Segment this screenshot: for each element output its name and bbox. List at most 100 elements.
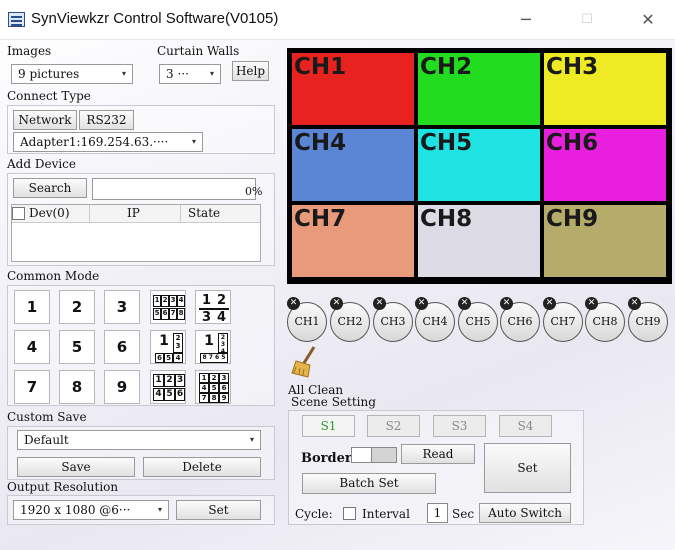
interval-label: Interval xyxy=(362,507,410,521)
layout-1-plus-3-icon[interactable]: 1 23 6 5 4 xyxy=(150,330,186,364)
channel-cell-ch6[interactable]: CH6 xyxy=(544,129,666,201)
close-icon[interactable]: ✕ xyxy=(458,297,471,310)
scene-set-button[interactable]: Set xyxy=(484,443,571,493)
delete-button[interactable]: Delete xyxy=(143,457,261,477)
channel-cell-ch2[interactable]: CH2 xyxy=(418,53,540,125)
channel-cell-ch9[interactable]: CH9 xyxy=(544,205,666,277)
channel-label: CH6 xyxy=(546,130,599,156)
channel-label: CH5 xyxy=(420,130,473,156)
mode-5-button[interactable]: 5 xyxy=(59,330,95,364)
toggle-knob xyxy=(352,448,372,462)
tab-rs232[interactable]: RS232 xyxy=(79,110,134,130)
tab-network[interactable]: Network xyxy=(13,110,77,130)
chevron-down-icon: ▾ xyxy=(191,137,196,146)
resolution-value: 1920 x 1080 @6··· xyxy=(20,503,131,517)
close-icon[interactable]: ✕ xyxy=(628,297,641,310)
search-input[interactable] xyxy=(92,178,256,200)
layout-1-plus-5-icon[interactable]: 1 234 8 7 6 5 xyxy=(195,330,231,364)
close-icon[interactable]: ✕ xyxy=(543,297,556,310)
custom-save-select[interactable]: Default ▾ xyxy=(17,430,261,450)
output-resolution-label: Output Resolution xyxy=(7,480,119,494)
column-state: State xyxy=(188,206,221,220)
cycle-label: Cycle: xyxy=(295,507,333,521)
curtain-walls-value: 3 ··· xyxy=(166,67,189,81)
channel-label: CH7 xyxy=(294,206,347,232)
column-divider xyxy=(180,205,181,223)
border-label: Border xyxy=(301,451,352,466)
scene-tab-s1[interactable]: S1 xyxy=(302,415,355,437)
channel-label: CH3 xyxy=(546,54,599,80)
minimize-button[interactable]: ─ xyxy=(506,8,546,32)
read-button[interactable]: Read xyxy=(401,444,475,464)
channel-cell-ch4[interactable]: CH4 xyxy=(292,129,414,201)
layout-2x3-icon[interactable]: 1 2 3 4 5 6 xyxy=(150,370,186,404)
mode-2-button[interactable]: 2 xyxy=(59,290,95,324)
resolution-select[interactable]: 1920 x 1080 @6··· ▾ xyxy=(13,500,169,520)
help-button[interactable]: Help xyxy=(232,61,269,81)
layout-4x2-icon[interactable]: 1 2 3 4 5 6 7 8 xyxy=(150,290,186,324)
chevron-down-icon: ▾ xyxy=(157,505,162,514)
close-icon[interactable]: ✕ xyxy=(500,297,513,310)
layout-2x2-icon[interactable]: 1 2 3 4 xyxy=(195,290,231,324)
interval-input[interactable]: 1 xyxy=(427,503,448,523)
channel-cell-ch7[interactable]: CH7 xyxy=(292,205,414,277)
maximize-button[interactable]: ☐ xyxy=(567,8,607,32)
column-ip: IP xyxy=(127,206,140,220)
progress-percent: 0% xyxy=(245,185,263,198)
cycle-checkbox[interactable] xyxy=(343,507,356,520)
images-select[interactable]: 9 pictures ▾ xyxy=(11,64,133,84)
chevron-down-icon: ▾ xyxy=(121,69,126,78)
adapter-select-value: Adapter1:169.254.63.···· xyxy=(20,135,169,149)
adapter-select[interactable]: Adapter1:169.254.63.···· ▾ xyxy=(13,132,203,152)
custom-save-label: Custom Save xyxy=(7,410,87,424)
batch-set-button[interactable]: Batch Set xyxy=(302,473,436,494)
channel-label: CH2 xyxy=(420,54,473,80)
mode-3-button[interactable]: 3 xyxy=(104,290,140,324)
mode-7-button[interactable]: 7 xyxy=(14,370,50,404)
close-button[interactable]: ✕ xyxy=(628,8,668,32)
channel-cell-ch8[interactable]: CH8 xyxy=(418,205,540,277)
mode-4-button[interactable]: 4 xyxy=(14,330,50,364)
app-icon xyxy=(8,12,25,27)
scene-setting-label: Scene Setting xyxy=(291,395,376,409)
curtain-walls-label: Curtain Walls xyxy=(157,44,240,58)
close-icon[interactable]: ✕ xyxy=(415,297,428,310)
broom-icon[interactable] xyxy=(290,345,318,379)
scene-tab-s3[interactable]: S3 xyxy=(433,415,486,437)
channel-label: CH1 xyxy=(294,54,347,80)
chevron-down-icon: ▾ xyxy=(249,435,254,444)
seconds-label: Sec xyxy=(452,507,475,521)
window-title: SynViewkzr Control Software(V0105) xyxy=(31,10,279,27)
select-all-checkbox[interactable] xyxy=(12,207,25,220)
close-icon[interactable]: ✕ xyxy=(330,297,343,310)
column-divider xyxy=(89,205,90,223)
channel-cell-ch5[interactable]: CH5 xyxy=(418,129,540,201)
chevron-down-icon: ▾ xyxy=(209,69,214,78)
add-device-label: Add Device xyxy=(7,157,77,171)
close-icon[interactable]: ✕ xyxy=(373,297,386,310)
scene-tab-s2[interactable]: S2 xyxy=(367,415,420,437)
layout-3x3-icon[interactable]: 1 2 3 4 5 6 7 8 9 xyxy=(195,370,231,404)
border-toggle[interactable] xyxy=(351,447,397,463)
curtain-walls-select[interactable]: 3 ··· ▾ xyxy=(159,64,221,84)
scene-tab-s4[interactable]: S4 xyxy=(499,415,552,437)
connect-type-label: Connect Type xyxy=(7,89,91,103)
channel-cell-ch1[interactable]: CH1 xyxy=(292,53,414,125)
resolution-set-button[interactable]: Set xyxy=(176,500,261,520)
channel-label: CH4 xyxy=(294,130,347,156)
channel-label: CH8 xyxy=(420,206,473,232)
images-label: Images xyxy=(7,44,52,58)
close-icon[interactable]: ✕ xyxy=(287,297,300,310)
mode-6-button[interactable]: 6 xyxy=(104,330,140,364)
mode-9-button[interactable]: 9 xyxy=(104,370,140,404)
close-icon[interactable]: ✕ xyxy=(585,297,598,310)
common-mode-label: Common Mode xyxy=(7,269,100,283)
custom-save-value: Default xyxy=(24,433,69,447)
mode-8-button[interactable]: 8 xyxy=(59,370,95,404)
mode-1-button[interactable]: 1 xyxy=(14,290,50,324)
auto-switch-button[interactable]: Auto Switch xyxy=(479,503,571,523)
channel-cell-ch3[interactable]: CH3 xyxy=(544,53,666,125)
search-button[interactable]: Search xyxy=(13,178,87,198)
save-button[interactable]: Save xyxy=(17,457,135,477)
column-dev: Dev(0) xyxy=(29,206,70,220)
